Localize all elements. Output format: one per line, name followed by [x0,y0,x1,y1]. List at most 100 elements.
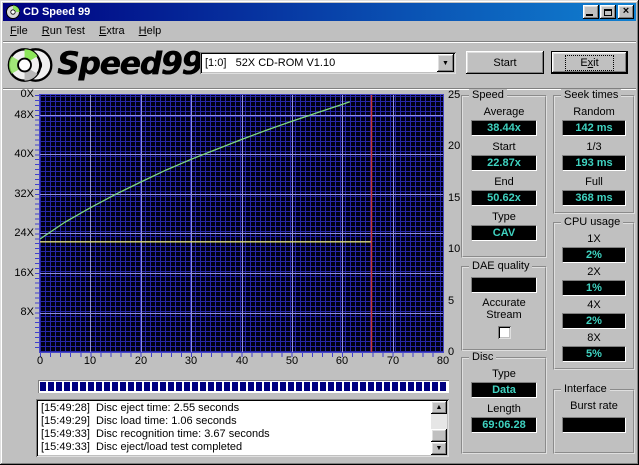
dae-quality-group-title: DAE quality [469,260,533,272]
axis-tick-label: 16X [14,267,34,279]
close-button[interactable]: × [618,5,634,19]
start-speed-value: 22.87x [471,155,537,171]
log-scrollbar[interactable]: ▲ ▼ [431,401,447,455]
chart-plot-area [35,94,444,357]
cpu-1x-label: 1X [587,233,601,245]
titlebar: CD Speed 99 × [3,3,636,21]
speed-type-label: Type [492,211,516,223]
axis-tick-label: 60 [335,355,349,367]
interface-group-title: Interface [561,383,610,395]
cpu-usage-group: CPU usage 1X 2% 2X 1% 4X 2% 8X 5% [553,216,635,370]
minimize-button[interactable] [583,5,599,19]
progress-bar [38,380,449,393]
seek-random-value: 142 ms [562,120,626,136]
cpu-8x-label: 8X [587,332,601,344]
cpu-2x-value: 1% [562,280,626,296]
read-speed-curve [40,101,351,240]
seek-full-value: 368 ms [562,190,626,206]
log-line: [15:49:28] Disc eject time: 2.55 seconds [41,402,240,414]
dropdown-arrow-icon[interactable]: ▼ [437,54,454,72]
start-speed-label: Start [492,141,516,153]
axis-tick-label: 32X [14,188,34,200]
axis-tick-label: 48X [14,109,34,121]
axis-tick-label: 50 [285,355,299,367]
cpu-8x-value: 5% [562,346,626,362]
scrollbar-track[interactable] [431,414,447,429]
window-title: CD Speed 99 [23,6,91,18]
drive-selector-value: [1:0] 52X CD-ROM V1.10 [205,57,336,69]
axis-tick-label: 80 [436,355,450,367]
maximize-icon [604,8,612,16]
menu-help[interactable]: Help [132,23,169,39]
axis-tick-label: 10 [83,355,97,367]
drive-selector[interactable]: [1:0] 52X CD-ROM V1.10 ▼ [200,52,456,74]
menu-extra[interactable]: Extra [92,23,132,39]
speed-type-value: CAV [471,225,537,241]
log-line: [15:49:29] Disc load time: 1.06 seconds [41,415,237,427]
cd-logo-icon [7,44,55,86]
disc-group: Disc Type Data Length 69:06.28 [461,351,547,454]
burst-rate-value [562,417,626,433]
axis-tick-label: 30 [184,355,198,367]
disc-group-title: Disc [469,351,497,363]
end-speed-value: 50.62x [471,190,537,206]
speed-group: Speed Average 38.44x Start 22.87x End 50.62… [461,89,547,258]
axis-tick-label: 20 [134,355,148,367]
end-speed-label: End [494,176,514,188]
log-line: [15:49:33] Disc recognition time: 3.67 s… [41,428,270,440]
axis-tick-label: 8X [20,306,34,318]
burst-rate-label: Burst rate [570,400,618,412]
progress-bar-fill [40,382,447,391]
accurate-stream-label: Accurate Stream [482,297,526,321]
scroll-up-button[interactable]: ▲ [431,401,447,414]
speed-group-title: Speed [469,89,507,101]
seek-times-group: Seek times Random 142 ms 1/3 193 ms Full 36… [553,89,635,214]
seek-times-group-title: Seek times [561,89,622,101]
log-line: [15:49:33] Disc eject/load test complete… [41,441,243,453]
cd-app-icon [6,5,20,19]
menu-file[interactable]: File [3,23,35,39]
exit-button[interactable]: Exit [551,51,628,74]
close-icon: × [622,4,630,17]
average-speed-label: Average [483,106,525,118]
axis-tick-label: 24X [14,227,34,239]
maximize-button[interactable] [600,5,616,19]
seek-random-label: Random [573,106,615,118]
scrollbar-thumb[interactable] [431,429,447,442]
cpu-4x-label: 4X [587,299,601,311]
seek-full-label: Full [585,176,603,188]
cpu-1x-value: 2% [562,247,626,263]
menu-run-test[interactable]: Run Test [35,23,92,39]
axis-tick-label: 0 [36,355,44,367]
minimize-icon [586,14,593,16]
menubar: File Run Test Extra Help [3,22,636,40]
disc-length-value: 69:06.28 [471,417,537,433]
axis-tick-label: 40 [235,355,249,367]
cpu-2x-label: 2X [587,266,601,278]
accurate-stream-checkbox[interactable] [497,326,511,339]
seek-onethird-value: 193 ms [562,155,626,171]
dae-quality-group: DAE quality Accurate Stream [461,260,547,351]
cpu-4x-value: 2% [562,313,626,329]
disc-length-label: Length [487,403,521,415]
average-speed-value: 38.44x [471,120,537,136]
scroll-down-button[interactable]: ▼ [431,442,447,455]
cpu-usage-group-title: CPU usage [561,216,624,228]
log-panel: [15:49:28] Disc eject time: 2.55 seconds… [36,399,449,457]
start-button[interactable]: Start [466,51,544,74]
axis-tick-label: 40X [14,148,34,160]
divider [3,41,636,43]
disc-type-label: Type [492,368,516,380]
speed-chart: 48X 40X 32X 24X 16X 8X 0X 25 20 15 10 5 0 0 10 20 30 40… [0,88,460,380]
axis-tick-label: 70 [386,355,400,367]
interface-group: Interface Burst rate [553,383,635,454]
app-window: CD Speed 99 × File Run Test Extra Help S… [0,0,639,465]
axis-tick-label: 0X [20,88,34,100]
dae-quality-value [471,277,537,293]
window-controls: × [582,5,634,19]
disc-type-value: Data [471,382,537,398]
chart-curves [40,95,373,352]
exit-button-label: Exit [565,54,614,71]
seek-onethird-label: 1/3 [586,141,602,153]
log-list: [15:49:28] Disc eject time: 2.55 seconds… [36,399,429,457]
